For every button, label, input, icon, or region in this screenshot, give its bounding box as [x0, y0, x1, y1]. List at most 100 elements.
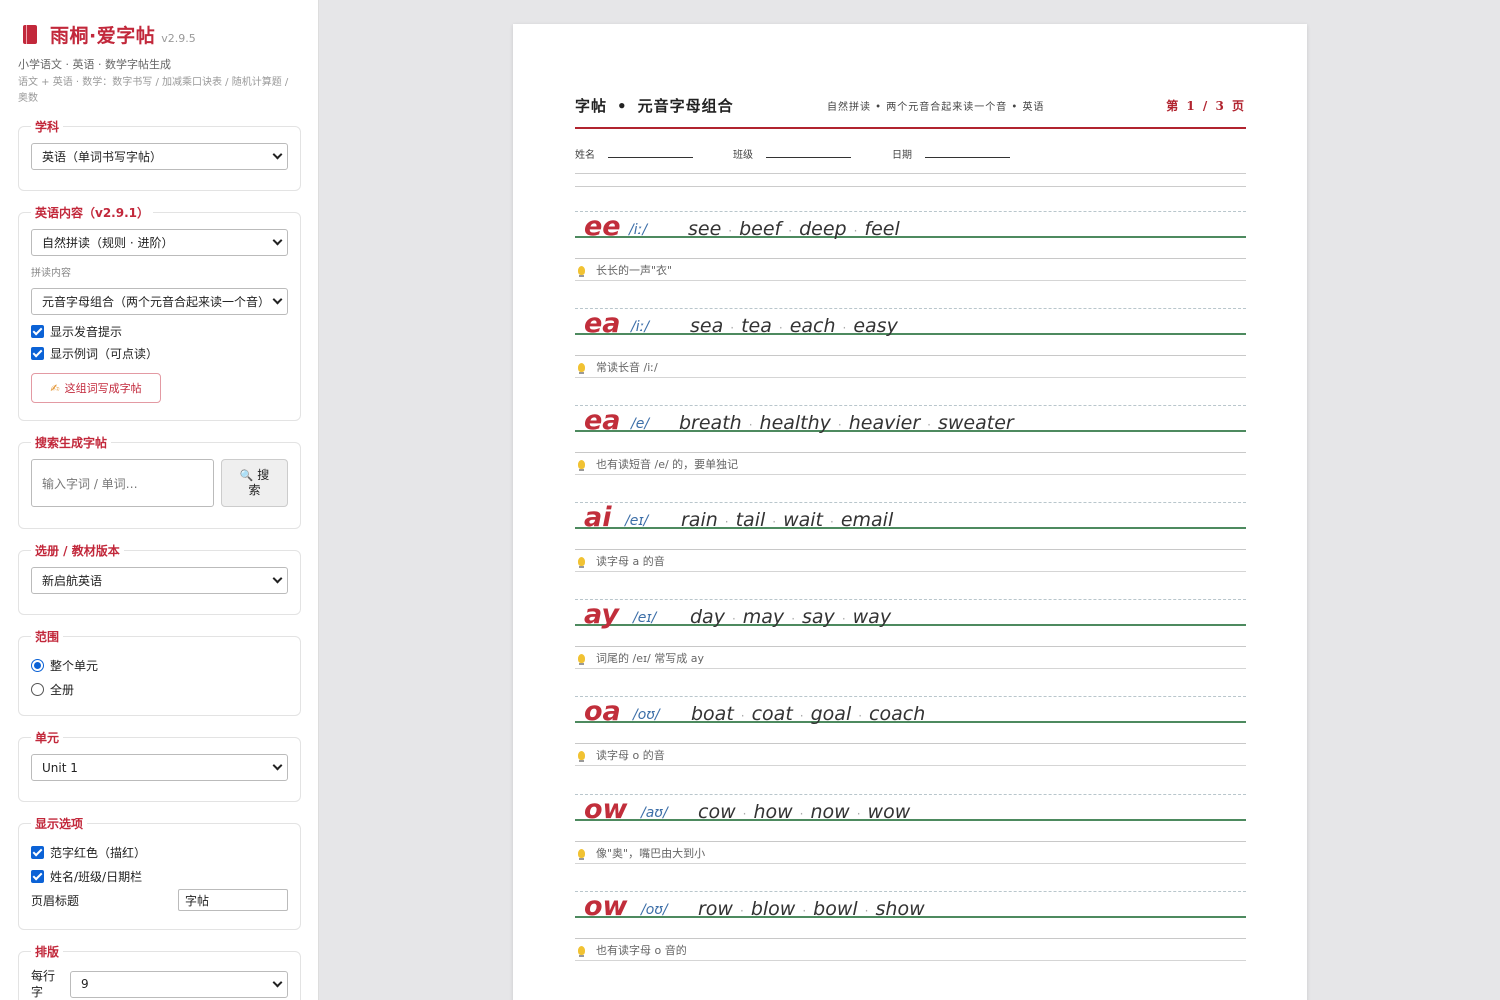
- example-word[interactable]: feel: [864, 216, 899, 242]
- range-legend: 范围: [35, 630, 60, 644]
- chevron-down-icon: [272, 573, 283, 584]
- show-examples-label: 显示例词（可点读）: [50, 346, 159, 361]
- chevron-down-icon: [272, 149, 283, 160]
- name-class-date-bar: 姓名 班级 日期: [575, 146, 1246, 174]
- textbook-select[interactable]: 新启航英语: [31, 567, 288, 594]
- phonetic-symbol: /iː/: [631, 319, 650, 335]
- practice-row: ow/aʊ/cow · how · now · wow 像"奥"，嘴巴由大到小: [575, 794, 1246, 891]
- lightbulb-icon: [578, 945, 585, 957]
- english-legend: 英语内容（v2.9.1）: [35, 206, 149, 220]
- namebar-checkbox[interactable]: [31, 869, 44, 883]
- example-word[interactable]: tea: [741, 313, 772, 339]
- example-word[interactable]: boat: [691, 701, 734, 727]
- lightbulb-icon: [578, 556, 585, 568]
- date-label: 日期: [892, 150, 912, 161]
- subject-legend: 学科: [35, 120, 60, 134]
- chevron-down-icon: [272, 294, 283, 305]
- lower-guide-line: [575, 743, 1246, 744]
- write-group-button[interactable]: ✍ 这组词写成字帖: [31, 373, 161, 403]
- word-separator: ·: [799, 709, 804, 723]
- example-word[interactable]: easy: [853, 313, 897, 339]
- separator: [575, 186, 1246, 187]
- example-word[interactable]: each: [790, 313, 836, 339]
- row-bottom-line: [575, 960, 1246, 961]
- example-word[interactable]: heavier: [849, 410, 920, 436]
- name-label: 姓名: [575, 150, 595, 161]
- example-word[interactable]: coach: [869, 701, 925, 727]
- search-button[interactable]: 🔍 搜 索: [221, 459, 288, 507]
- example-word[interactable]: sweater: [938, 410, 1014, 436]
- example-word[interactable]: beef: [739, 216, 781, 242]
- rows-select[interactable]: 9: [70, 970, 288, 998]
- example-word[interactable]: wait: [783, 507, 823, 533]
- example-word[interactable]: wow: [868, 799, 911, 825]
- example-word[interactable]: goal: [811, 701, 852, 727]
- example-word[interactable]: day: [690, 604, 725, 630]
- example-word[interactable]: rain: [681, 507, 718, 533]
- example-word[interactable]: sea: [690, 313, 723, 339]
- page-topic: 自然拼读 • 两个元音合起来读一个音 • 英语: [827, 102, 1045, 113]
- example-word[interactable]: now: [811, 799, 850, 825]
- english-content-select[interactable]: 元音字母组合（两个元音合起来读一个音）: [31, 288, 288, 315]
- example-word[interactable]: cow: [698, 799, 736, 825]
- subject-section: 学科 英语（单词书写字帖）: [18, 118, 301, 191]
- example-word[interactable]: may: [743, 604, 784, 630]
- show-examples-checkbox[interactable]: [31, 346, 44, 360]
- example-word[interactable]: see: [688, 216, 721, 242]
- phonetic-symbol: /aʊ/: [641, 805, 668, 821]
- unit-select[interactable]: Unit 1: [31, 754, 288, 781]
- letter-pattern: ea: [584, 308, 621, 339]
- phonetic-symbol: /oʊ/: [633, 707, 660, 723]
- example-word[interactable]: deep: [799, 216, 847, 242]
- subject-select[interactable]: 英语（单词书写字帖）: [31, 143, 288, 170]
- example-word[interactable]: show: [876, 896, 925, 922]
- example-word[interactable]: tail: [736, 507, 766, 533]
- word-separator: ·: [772, 515, 777, 529]
- letter-pattern: ai: [584, 502, 612, 533]
- app-version: v2.9.5: [161, 32, 196, 45]
- range-unit-radio[interactable]: [31, 658, 44, 672]
- example-word[interactable]: email: [841, 507, 893, 533]
- word-separator: ·: [864, 904, 869, 918]
- show-hint-row: 显示发音提示: [31, 320, 288, 342]
- unit-section: 单元 Unit 1: [18, 729, 301, 802]
- letter-pattern: ay: [584, 599, 619, 630]
- example-word[interactable]: how: [753, 799, 792, 825]
- page-title: 字帖 • 元音字母组合: [575, 97, 734, 115]
- example-word[interactable]: row: [698, 896, 733, 922]
- word-separator: ·: [853, 224, 858, 238]
- search-input[interactable]: 输入字词 / 单词…: [31, 459, 214, 507]
- word-separator: ·: [748, 418, 753, 432]
- layout-section: 排版 每行字 9: [18, 943, 301, 1000]
- show-hint-checkbox[interactable]: [31, 324, 44, 338]
- pronunciation-tip: 长长的一声"衣": [578, 262, 672, 278]
- header-title-input[interactable]: 字帖: [178, 889, 288, 911]
- english-mode-select[interactable]: 自然拼读（规则 · 进阶）: [31, 229, 288, 256]
- row-bottom-line: [575, 474, 1246, 475]
- example-word[interactable]: say: [802, 604, 835, 630]
- example-word[interactable]: way: [853, 604, 891, 630]
- row-bottom-line: [575, 863, 1246, 864]
- letter-pattern: oa: [584, 696, 621, 727]
- range-all-radio[interactable]: [31, 682, 44, 696]
- range-unit-row: 整个单元: [31, 653, 288, 677]
- date-line: [925, 157, 1010, 158]
- baseline: [575, 819, 1246, 821]
- top-guide-line: [575, 211, 1246, 212]
- word-separator: ·: [856, 807, 861, 821]
- pronunciation-tip: 也有读字母 o 音的: [578, 942, 687, 958]
- row-bottom-line: [575, 280, 1246, 281]
- textbook-legend: 选册 / 教材版本: [35, 544, 120, 558]
- writing-hand-icon: ✍: [50, 381, 60, 395]
- example-word[interactable]: breath: [679, 410, 742, 436]
- sidebar: 雨桐·爱字帖 v2.9.5 小学语文 · 英语 · 数学字帖生成 语文 + 英语…: [0, 0, 319, 1000]
- search-section: 搜索生成字帖 输入字词 / 单词… 🔍 搜 索: [18, 434, 301, 529]
- example-word[interactable]: coat: [752, 701, 793, 727]
- example-word[interactable]: blow: [751, 896, 796, 922]
- example-word[interactable]: healthy: [760, 410, 831, 436]
- lightbulb-icon: [578, 848, 585, 860]
- top-guide-line: [575, 794, 1246, 795]
- word-separator: ·: [730, 321, 735, 335]
- red-checkbox[interactable]: [31, 845, 44, 859]
- example-word[interactable]: bowl: [813, 896, 858, 922]
